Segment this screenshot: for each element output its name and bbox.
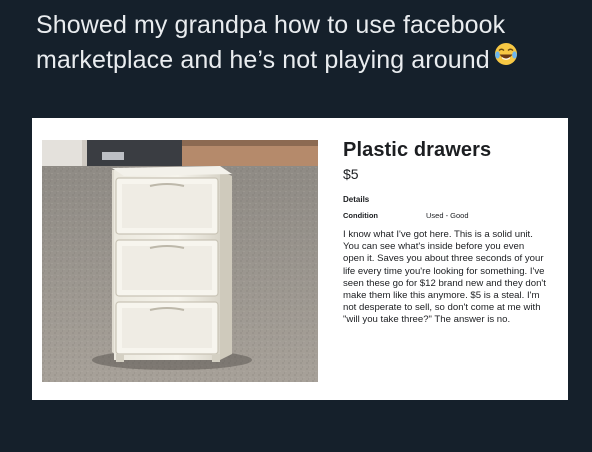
listing-description: I know what I've got here. This is a sol… xyxy=(343,229,546,326)
laughing-emoji-icon xyxy=(494,41,518,76)
listing-details: Plastic drawers $5 Details Condition Use… xyxy=(343,138,553,327)
condition-row: Condition Used - Good xyxy=(343,211,553,221)
details-heading: Details xyxy=(343,195,370,204)
condition-label: Condition xyxy=(343,211,378,220)
listing-title: Plastic drawers xyxy=(343,139,492,161)
listing-price: $5 xyxy=(343,166,359,182)
listing-photo[interactable] xyxy=(42,140,318,382)
post-caption: Showed my grandpa how to use facebook ma… xyxy=(36,8,576,79)
caption-text: Showed my grandpa how to use facebook ma… xyxy=(36,11,506,74)
marketplace-listing-card[interactable]: Plastic drawers $5 Details Condition Use… xyxy=(32,118,568,400)
condition-value: Used - Good xyxy=(426,211,469,220)
